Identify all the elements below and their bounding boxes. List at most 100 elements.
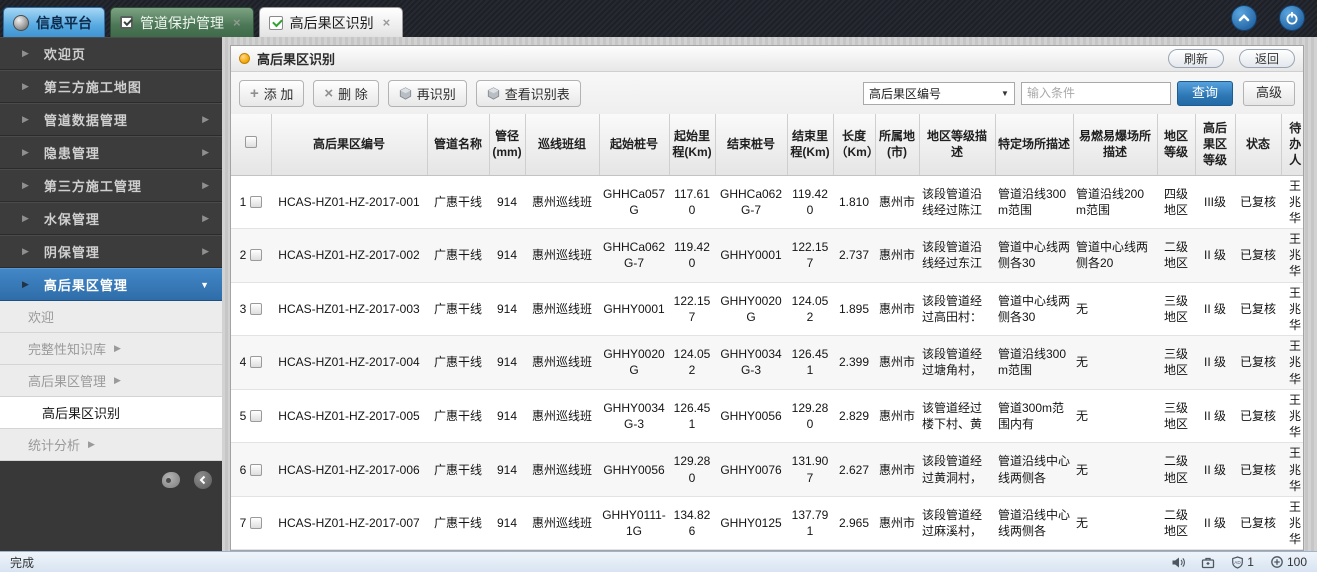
column-header: 长度（Km）	[833, 114, 875, 175]
row-checkbox[interactable]	[250, 249, 262, 261]
row-select-cell: 3	[231, 282, 271, 336]
table-header-row: 高后果区编号管道名称管径(mm)巡线班组起始桩号起始里程(Km)结束桩号结束里程…	[231, 114, 1303, 175]
cell: II 级	[1195, 496, 1235, 550]
tab-3[interactable]: 高后果区识别×	[259, 7, 404, 37]
cell: GHHCa062G-7	[715, 175, 787, 229]
table-row[interactable]: 3HCAS-HZ01-HZ-2017-003广惠干线914惠州巡线班GHHY00…	[231, 282, 1303, 336]
chevron-up-icon	[1236, 10, 1252, 26]
close-tab-icon[interactable]: ×	[233, 16, 241, 29]
speaker-icon[interactable]	[1171, 556, 1185, 569]
sidebar-subitem[interactable]: 高后果区识别	[0, 397, 222, 429]
cell: 惠州巡线班	[525, 389, 599, 443]
table-row[interactable]: 7HCAS-HZ01-HZ-2017-007广惠干线914惠州巡线班GHHY01…	[231, 496, 1303, 550]
cell: 广惠干线	[427, 282, 489, 336]
toolbar: +添 加 ×删 除再识别 查看识别表 高后果区编号 ▼ 查询 高级	[231, 72, 1303, 114]
sidebar-subitem[interactable]: 统计分析▶	[0, 429, 222, 461]
row-checkbox[interactable]	[250, 410, 262, 422]
cell: 惠州市	[875, 496, 919, 550]
cell: 广惠干线	[427, 389, 489, 443]
table-row[interactable]: 1HCAS-HZ01-HZ-2017-001广惠干线914惠州巡线班GHHCa0…	[231, 175, 1303, 229]
chevron-up-button[interactable]	[1231, 5, 1257, 31]
row-checkbox[interactable]	[250, 356, 262, 368]
row-checkbox[interactable]	[250, 196, 262, 208]
sidebar-item-label: 阴保管理	[44, 242, 202, 261]
collapse-sidebar-icon[interactable]	[194, 471, 212, 489]
cell: 二级地区	[1157, 229, 1195, 283]
toolbar-button[interactable]: +添 加	[239, 80, 304, 107]
sidebar-item[interactable]: ▶欢迎页	[0, 37, 222, 70]
sidebar-subitem[interactable]: 完整性知识库▶	[0, 333, 222, 365]
cube-icon	[399, 87, 412, 100]
toolbar-button[interactable]: ×删 除	[313, 80, 378, 107]
chevron-right-icon: ▶	[202, 213, 210, 224]
cell: II 级	[1195, 229, 1235, 283]
cell: GHHY0020G	[715, 282, 787, 336]
search-input[interactable]	[1021, 82, 1171, 105]
sidebar-subitem[interactable]: 高后果区管理▶	[0, 365, 222, 397]
cell: 122.157	[669, 282, 715, 336]
cell: 124.052	[787, 282, 833, 336]
toolbox-icon	[1201, 556, 1215, 569]
sidebar-item[interactable]: ▶隐患管理▶	[0, 136, 222, 169]
table-row[interactable]: 2HCAS-HZ01-HZ-2017-002广惠干线914惠州巡线班GHHCa0…	[231, 229, 1303, 283]
cell: 广惠干线	[427, 496, 489, 550]
select-all-checkbox[interactable]	[245, 136, 257, 148]
tab-1[interactable]: 信息平台	[3, 7, 105, 37]
cell: 117.610	[669, 175, 715, 229]
toolbar-button-label: 删 除	[338, 84, 368, 103]
toolbar-button[interactable]: 查看识别表	[476, 80, 581, 107]
toolbox-icon[interactable]	[1201, 556, 1215, 569]
table-row[interactable]: 4HCAS-HZ01-HZ-2017-004广惠干线914惠州巡线班GHHY00…	[231, 336, 1303, 390]
row-head: 5	[234, 408, 268, 424]
chevron-down-icon: ▼	[200, 280, 210, 290]
cell: GHHY0034G-3	[599, 389, 669, 443]
cell: 该段管道经过麻溪村，	[919, 496, 995, 550]
power-button[interactable]	[1279, 5, 1305, 31]
return-button[interactable]: 返回	[1239, 49, 1295, 68]
row-checkbox[interactable]	[250, 464, 262, 476]
cell: 129.280	[669, 443, 715, 497]
row-select-cell: 2	[231, 229, 271, 283]
row-head: 4	[234, 354, 268, 370]
cell: 该段管道沿线经过东江	[919, 229, 995, 283]
zoom-level-icon[interactable]: 100	[1270, 555, 1307, 569]
tab-bar: 信息平台管道保护管理×高后果区识别×	[0, 0, 1317, 37]
sidebar-item[interactable]: ▶第三方施工管理▶	[0, 169, 222, 202]
sidebar-item[interactable]: ▶阴保管理▶	[0, 235, 222, 268]
cell: 管道300m范围内有	[995, 389, 1073, 443]
query-button[interactable]: 查询	[1177, 81, 1233, 106]
column-header: 状态	[1235, 114, 1281, 175]
toolbar-button[interactable]: 再识别	[388, 80, 467, 107]
row-checkbox[interactable]	[250, 517, 262, 529]
cell: 914	[489, 282, 525, 336]
row-checkbox[interactable]	[250, 303, 262, 315]
sidebar-item[interactable]: ▶第三方施工地图	[0, 70, 222, 103]
cell: GHHY0001	[599, 282, 669, 336]
cell: GHHY0111-1G	[599, 496, 669, 550]
close-tab-icon[interactable]: ×	[383, 16, 391, 29]
refresh-button[interactable]: 刷新	[1168, 49, 1224, 68]
row-select-cell: 5	[231, 389, 271, 443]
sidebar-item[interactable]: ▶水保管理▶	[0, 202, 222, 235]
shield-ad-icon[interactable]: AD1	[1231, 555, 1254, 569]
sidebar-subitem[interactable]: 欢迎	[0, 301, 222, 333]
tab-label: 信息平台	[36, 13, 92, 33]
panel-bullet-icon	[239, 53, 250, 64]
table-row[interactable]: 6HCAS-HZ01-HZ-2017-006广惠干线914惠州巡线班GHHY00…	[231, 443, 1303, 497]
cell: 已复核	[1235, 496, 1281, 550]
sidebar-subitem-label: 高后果区识别	[42, 403, 120, 422]
table-row[interactable]: 5HCAS-HZ01-HZ-2017-005广惠干线914惠州巡线班GHHY00…	[231, 389, 1303, 443]
theme-palette-icon[interactable]	[162, 472, 180, 488]
chevron-right-icon: ▶	[202, 246, 210, 257]
column-header: 高后果区等级	[1195, 114, 1235, 175]
search-field-select[interactable]: 高后果区编号 ▼	[863, 82, 1015, 105]
tab-2[interactable]: 管道保护管理×	[110, 7, 254, 37]
sidebar-item[interactable]: ▶管道数据管理▶	[0, 103, 222, 136]
sidebar-item[interactable]: ▶高后果区管理▼	[0, 268, 222, 301]
column-header: 起始桩号	[599, 114, 669, 175]
cell: 914	[489, 175, 525, 229]
cell: HCAS-HZ01-HZ-2017-005	[271, 389, 427, 443]
column-header: 易燃易爆场所描述	[1073, 114, 1157, 175]
toolbar-button-label: 查看识别表	[505, 84, 570, 103]
advanced-button[interactable]: 高级	[1243, 81, 1295, 106]
